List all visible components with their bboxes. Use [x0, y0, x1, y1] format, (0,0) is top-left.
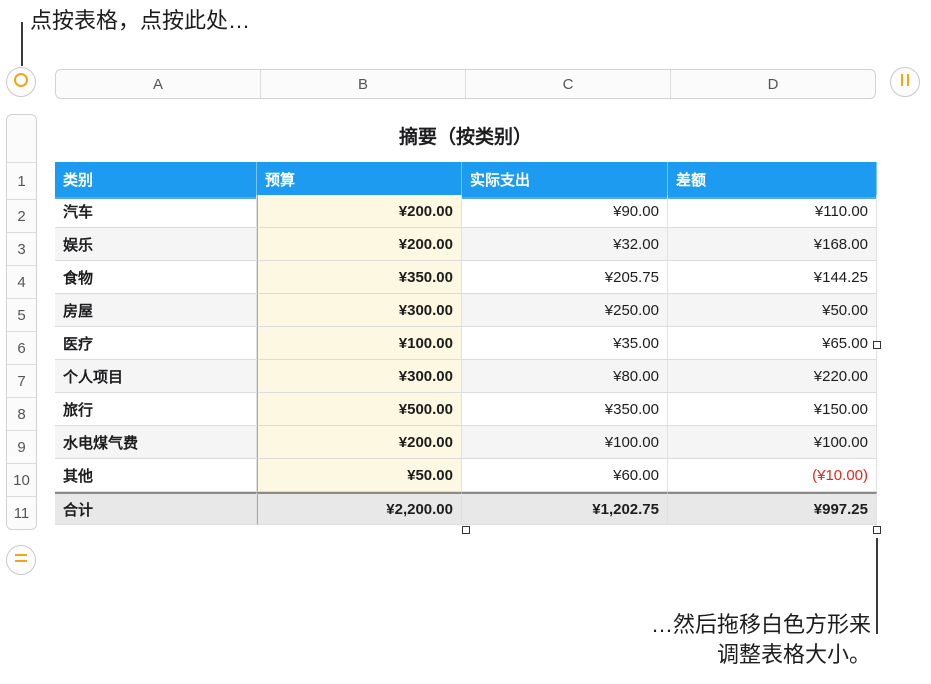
column-header-a[interactable]: A [56, 70, 261, 98]
table-select-button[interactable] [6, 67, 36, 97]
table-cell[interactable]: ¥110.00 [668, 195, 877, 228]
table-cell[interactable]: 旅行 [55, 393, 257, 426]
callout-bottom: …然后拖移白色方形来 调整表格大小。 [471, 610, 871, 670]
table-cell[interactable]: ¥500.00 [257, 393, 462, 426]
table-cell[interactable]: ¥144.25 [668, 261, 877, 294]
row-header[interactable]: 9 [7, 431, 36, 464]
header-cell-category[interactable]: 类别 [55, 162, 257, 199]
table-cell[interactable]: 个人项目 [55, 360, 257, 393]
row-header[interactable]: 7 [7, 365, 36, 398]
table-cell[interactable]: ¥32.00 [462, 228, 668, 261]
row-header[interactable]: 11 [7, 497, 36, 529]
resize-handle-bottom[interactable] [462, 526, 470, 534]
table-cell[interactable]: ¥200.00 [257, 426, 462, 459]
callout-top: 点按表格，点按此处… [30, 8, 251, 33]
table-cell[interactable]: ¥250.00 [462, 294, 668, 327]
table-cell[interactable]: 食物 [55, 261, 257, 294]
table-cell[interactable]: ¥50.00 [668, 294, 877, 327]
table-cell[interactable]: ¥100.00 [668, 426, 877, 459]
table-cell[interactable]: 其他 [55, 459, 257, 492]
table-cell[interactable]: ¥80.00 [462, 360, 668, 393]
table-cell[interactable]: 汽车 [55, 195, 257, 228]
row-header[interactable]: 3 [7, 233, 36, 266]
row-header[interactable]: 1 [7, 163, 36, 200]
callout-bottom-line1: …然后拖移白色方形来 [650, 612, 871, 637]
total-cell[interactable]: ¥1,202.75 [462, 492, 668, 525]
add-columns-button[interactable] [890, 67, 920, 97]
table-cell[interactable]: ¥90.00 [462, 195, 668, 228]
callout-bottom-line [876, 538, 878, 634]
table-cell[interactable]: ¥65.00 [668, 327, 877, 360]
callout-top-line [21, 22, 23, 66]
table-cell[interactable]: ¥35.00 [462, 327, 668, 360]
table-cell[interactable]: ¥300.00 [257, 360, 462, 393]
table-cell[interactable]: ¥150.00 [668, 393, 877, 426]
resize-handle-right[interactable] [873, 341, 881, 349]
table-cell[interactable]: ¥60.00 [462, 459, 668, 492]
table-cell[interactable]: ¥350.00 [257, 261, 462, 294]
header-cell-actual[interactable]: 实际支出 [462, 162, 668, 199]
table-cell[interactable]: ¥220.00 [668, 360, 877, 393]
table-cell[interactable]: ¥205.75 [462, 261, 668, 294]
total-cell[interactable]: ¥997.25 [668, 492, 877, 525]
column-header-d[interactable]: D [671, 70, 875, 98]
column-header-c[interactable]: C [466, 70, 671, 98]
add-rows-button[interactable] [6, 545, 36, 575]
row-header-title-spacer [7, 115, 36, 163]
row-header[interactable]: 4 [7, 266, 36, 299]
table-cell[interactable]: ¥350.00 [462, 393, 668, 426]
table-title[interactable]: 摘要（按类别） [55, 122, 876, 149]
callout-bottom-line2: 调整表格大小。 [716, 642, 871, 667]
column-pause-icon [898, 72, 912, 93]
table-cell[interactable]: ¥300.00 [257, 294, 462, 327]
total-cell[interactable]: ¥2,200.00 [257, 492, 462, 525]
table-cell[interactable]: ¥200.00 [257, 228, 462, 261]
equals-icon [13, 551, 29, 569]
column-header-b[interactable]: B [261, 70, 466, 98]
row-header[interactable]: 6 [7, 332, 36, 365]
row-header[interactable]: 2 [7, 200, 36, 233]
row-header[interactable]: 10 [7, 464, 36, 497]
total-cell[interactable]: 合计 [55, 492, 257, 525]
column-header-bar: A B C D [55, 69, 876, 99]
table-cell-negative[interactable]: (¥10.00) [668, 459, 877, 492]
table-cell[interactable]: ¥168.00 [668, 228, 877, 261]
row-header[interactable]: 8 [7, 398, 36, 431]
table-cell[interactable]: ¥100.00 [462, 426, 668, 459]
table-cell[interactable]: ¥200.00 [257, 195, 462, 228]
table-cell[interactable]: ¥100.00 [257, 327, 462, 360]
circle-select-icon [13, 72, 29, 93]
table-cell[interactable]: ¥50.00 [257, 459, 462, 492]
header-cell-difference[interactable]: 差额 [668, 162, 877, 199]
row-header[interactable]: 5 [7, 299, 36, 332]
table-cell[interactable]: 房屋 [55, 294, 257, 327]
header-cell-budget[interactable]: 预算 [257, 162, 462, 199]
resize-handle-corner[interactable] [873, 526, 881, 534]
table-cell[interactable]: 医疗 [55, 327, 257, 360]
table-cell[interactable]: 水电煤气费 [55, 426, 257, 459]
table-cell[interactable]: 娱乐 [55, 228, 257, 261]
row-header-bar: 1 2 3 4 5 6 7 8 9 10 11 [6, 114, 37, 530]
table-grid: 类别 预算 实际支出 差额 汽车 ¥200.00 ¥90.00 ¥110.00 … [55, 162, 877, 525]
